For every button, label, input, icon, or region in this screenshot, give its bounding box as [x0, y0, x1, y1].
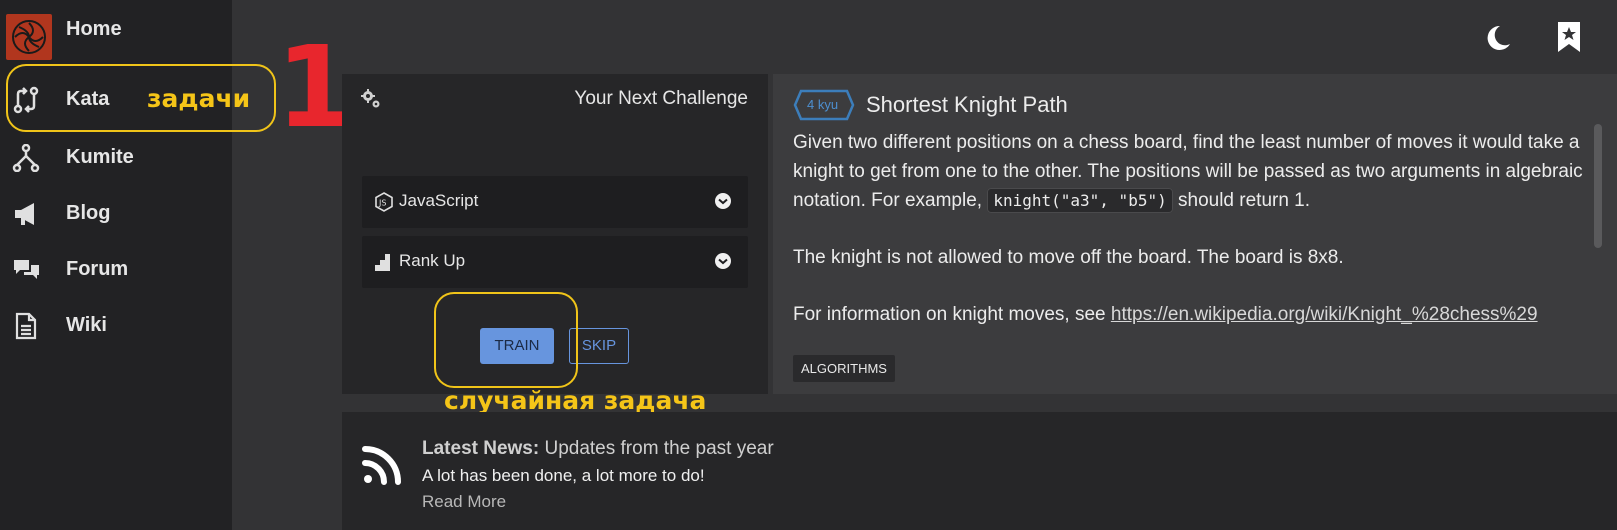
document-icon — [12, 312, 40, 340]
strategy-select-value: Rank Up — [399, 251, 466, 270]
description-text: For information on knight moves, see — [793, 304, 1111, 325]
news-heading-rest: Updates from the past year — [539, 438, 774, 459]
skip-button[interactable]: SKIP — [569, 328, 629, 364]
sidebar-item-wiki[interactable]: Wiki — [0, 304, 232, 348]
tag-algorithms[interactable]: ALGORITHMS — [793, 355, 895, 382]
codewars-logo-icon — [6, 14, 52, 60]
news-subtitle: A lot has been done, a lot more to do! — [422, 466, 705, 485]
megaphone-icon — [12, 200, 40, 228]
svg-text:JS: JS — [378, 199, 386, 208]
news-heading-bold: Latest News: — [422, 438, 540, 459]
nodejs-icon: JS — [374, 192, 394, 212]
challenge-title: Your Next Challenge — [574, 88, 748, 109]
chevron-down-icon — [714, 192, 732, 210]
wikipedia-link[interactable]: https://en.wikipedia.org/wiki/Knight_%28… — [1111, 304, 1538, 325]
train-highlight-oval — [434, 292, 578, 388]
sidebar-item-label: Kumite — [66, 146, 134, 168]
chevron-down-icon — [714, 252, 732, 270]
sidebar-item-label: Wiki — [66, 314, 107, 336]
sidebar-item-kumite[interactable]: Kumite — [0, 136, 232, 180]
kyu-rank-badge: 4 kyu — [793, 89, 855, 121]
language-select-value: JavaScript — [399, 191, 479, 210]
bookmark-star-icon[interactable] — [1554, 18, 1588, 56]
description-scrollbar[interactable] — [1594, 124, 1602, 248]
kata-annotation-label: задачи — [147, 84, 251, 113]
rss-feed-icon — [360, 441, 406, 487]
fork-icon — [12, 143, 40, 173]
kata-description: Given two different positions on a chess… — [793, 128, 1593, 357]
sidebar-item-blog[interactable]: Blog — [0, 192, 232, 236]
rank-up-steps-icon — [374, 252, 394, 272]
description-text: should return 1. — [1172, 190, 1311, 211]
sidebar-item-label: Home — [66, 18, 122, 40]
random-task-annotation-label: случайная задача — [444, 386, 707, 415]
language-select[interactable]: JS JavaScript — [362, 176, 748, 228]
dark-mode-moon-icon[interactable] — [1480, 18, 1514, 56]
kata-title[interactable]: Shortest Knight Path — [866, 92, 1068, 118]
chat-bubbles-icon — [12, 256, 40, 284]
kyu-rank-label: 4 kyu — [807, 97, 839, 112]
sidebar-item-forum[interactable]: Forum — [0, 248, 232, 292]
description-paragraph: The knight is not allowed to move off th… — [793, 247, 1344, 268]
read-more-link[interactable]: Read More — [422, 492, 506, 512]
inline-code: knight("a3", "b5") — [987, 188, 1173, 213]
sidebar-item-label: Blog — [66, 202, 111, 224]
settings-gear-icon[interactable] — [360, 88, 382, 115]
news-heading: Latest News: Updates from the past year — [422, 438, 774, 460]
strategy-select[interactable]: Rank Up — [362, 236, 748, 288]
sidebar-item-label: Forum — [66, 258, 129, 280]
sidebar-item-home[interactable]: Home — [0, 8, 232, 60]
